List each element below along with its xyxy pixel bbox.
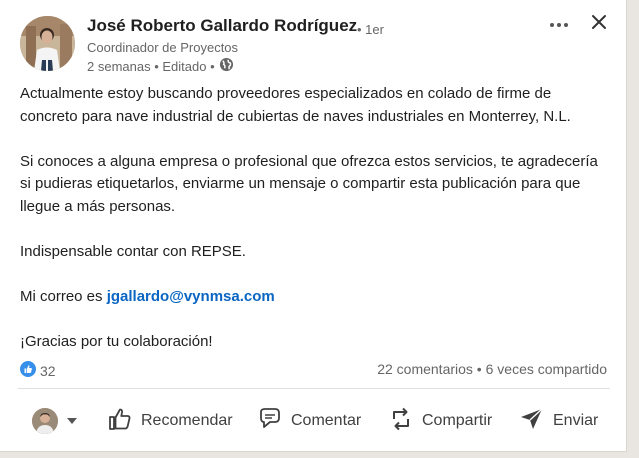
caret-down-icon xyxy=(66,412,78,430)
actor-avatar xyxy=(32,408,58,434)
email-prefix: Mi correo es xyxy=(20,287,107,305)
globe-icon xyxy=(219,57,234,75)
send-label: Enviar xyxy=(553,412,599,429)
divider xyxy=(18,388,610,389)
thumbs-up-icon xyxy=(107,406,133,437)
ellipsis-icon xyxy=(549,15,569,33)
send-button[interactable]: Enviar xyxy=(519,400,598,442)
action-bar: Recomendar Comentar Compartir Enviar xyxy=(0,400,627,442)
send-icon xyxy=(519,406,545,437)
post-paragraph-2: Si conoces a alguna empresa o profesiona… xyxy=(20,152,598,215)
comment-icon xyxy=(257,406,283,437)
post-card: José Roberto Gallardo Rodríguez • 1er Co… xyxy=(0,0,627,452)
reaction-actor-selector[interactable] xyxy=(32,400,78,442)
post-paragraph-3: Indispensable contar con REPSE. xyxy=(20,242,246,260)
reactions-summary[interactable]: 32 xyxy=(20,361,56,380)
repost-icon xyxy=(388,406,414,437)
post-paragraph-5: ¡Gracias por tu colaboración! xyxy=(20,332,213,350)
close-icon xyxy=(591,14,607,35)
like-button[interactable]: Recomendar xyxy=(107,400,233,442)
post-meta-text: 2 semanas • Editado • xyxy=(87,58,215,74)
post-paragraph-1: Actualmente estoy buscando proveedores e… xyxy=(20,85,571,125)
author-title: Coordinador de Proyectos xyxy=(87,40,239,55)
share-button[interactable]: Compartir xyxy=(388,400,492,442)
reaction-count: 32 xyxy=(40,362,56,379)
post-paragraph-4: Mi correo es jgallardo@vynmsa.com xyxy=(20,286,610,309)
close-button[interactable] xyxy=(585,10,613,38)
post-meta: 2 semanas • Editado • xyxy=(87,57,234,75)
email-link[interactable]: jgallardo@vynmsa.com xyxy=(107,288,275,305)
like-reaction-icon xyxy=(20,361,36,380)
more-options-button[interactable] xyxy=(545,10,573,38)
comment-button[interactable]: Comentar xyxy=(257,400,361,442)
like-label: Recomendar xyxy=(141,412,233,429)
author-avatar[interactable] xyxy=(20,16,75,71)
connection-degree: • 1er xyxy=(357,22,384,37)
post-body: Actualmente estoy buscando proveedores e… xyxy=(20,83,610,353)
share-label: Compartir xyxy=(422,412,493,429)
comment-label: Comentar xyxy=(291,412,362,429)
author-name[interactable]: José Roberto Gallardo Rodríguez xyxy=(87,16,357,36)
post-stats[interactable]: 22 comentarios • 6 veces compartido xyxy=(377,361,607,377)
